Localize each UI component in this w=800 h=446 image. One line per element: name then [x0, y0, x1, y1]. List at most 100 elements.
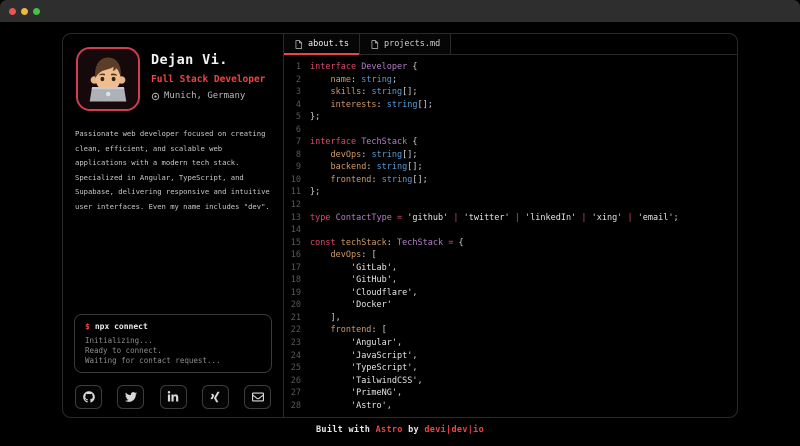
social-links [63, 385, 283, 417]
line-number: 6 [284, 124, 310, 137]
line-number: 1 [284, 61, 310, 74]
code-line: 6 [284, 124, 737, 137]
terminal-output-line: Initializing... [85, 336, 261, 346]
code-line-content: }; [310, 186, 320, 199]
code-line: 7interface TechStack { [284, 136, 737, 149]
profile-role: Full Stack Developer [151, 74, 265, 85]
code-line: 27 'PrimeNG', [284, 387, 737, 400]
terminal-widget: $npx connect Initializing... Ready to co… [74, 314, 272, 373]
code-line-content: name: string; [310, 74, 397, 87]
code-line: 19 'Cloudflare', [284, 287, 737, 300]
terminal-prompt: $ [85, 322, 90, 331]
line-number: 24 [284, 350, 310, 363]
line-number: 12 [284, 199, 310, 212]
line-number: 17 [284, 262, 310, 275]
line-number: 18 [284, 274, 310, 287]
code-line-content: devOps: string[]; [310, 149, 418, 162]
terminal-command-line: $npx connect [85, 322, 261, 331]
line-number: 9 [284, 161, 310, 174]
email-icon [252, 391, 264, 403]
zoom-window-button[interactable] [33, 8, 40, 15]
code-area: 1interface Developer {2 name: string;3 s… [284, 55, 737, 417]
code-line-content: skills: string[]; [310, 86, 418, 99]
line-number: 13 [284, 212, 310, 225]
window-titlebar [0, 0, 800, 22]
line-number: 3 [284, 86, 310, 99]
avatar [76, 47, 140, 111]
close-window-button[interactable] [9, 8, 16, 15]
code-line: 16 devOps: [ [284, 249, 737, 262]
code-line-content: 'TypeScript', [310, 362, 418, 375]
code-line: 24 'JavaScript', [284, 350, 737, 363]
linkedin-icon [167, 391, 179, 403]
tab-about-ts[interactable]: about.ts [284, 34, 360, 54]
xing-link[interactable] [202, 385, 229, 409]
code-line: 26 'TailwindCSS', [284, 375, 737, 388]
bio-text: Passionate web developer focused on crea… [63, 127, 283, 214]
code-line: 1interface Developer { [284, 61, 737, 74]
line-number: 10 [284, 174, 310, 187]
code-line: 5}; [284, 111, 737, 124]
line-number: 11 [284, 186, 310, 199]
line-number: 22 [284, 324, 310, 337]
profile-location: Munich, Germany [151, 91, 265, 101]
code-line-content: ], [310, 312, 341, 325]
code-line-content: frontend: string[]; [310, 174, 428, 187]
code-line-content: 'Astro', [310, 400, 392, 413]
terminal-output-line: Waiting for contact request... [85, 356, 261, 366]
line-number: 25 [284, 362, 310, 375]
code-line: 28 'Astro', [284, 400, 737, 413]
profile-info: Dejan Vi. Full Stack Developer Munich, G… [151, 47, 265, 111]
footer-brand-link[interactable]: devi|dev|io [424, 425, 484, 435]
line-number: 2 [284, 74, 310, 87]
site-footer: Built with Astro by devi|dev|io [0, 425, 800, 435]
github-link[interactable] [75, 385, 102, 409]
code-line-content: 'Cloudflare', [310, 287, 418, 300]
line-number: 28 [284, 400, 310, 413]
line-number: 8 [284, 149, 310, 162]
code-line: 25 'TypeScript', [284, 362, 737, 375]
portfolio-card: Dejan Vi. Full Stack Developer Munich, G… [62, 33, 738, 418]
location-icon [151, 92, 160, 101]
line-number: 7 [284, 136, 310, 149]
code-line: 23 'Angular', [284, 337, 737, 350]
twitter-link[interactable] [117, 385, 144, 409]
line-number: 27 [284, 387, 310, 400]
line-number: 16 [284, 249, 310, 262]
linkedin-link[interactable] [160, 385, 187, 409]
line-number: 21 [284, 312, 310, 325]
profile-name: Dejan Vi. [151, 52, 265, 68]
footer-framework: Astro [376, 425, 403, 435]
code-line-content: 'PrimeNG', [310, 387, 402, 400]
line-number: 15 [284, 237, 310, 250]
code-line-content: const techStack: TechStack = { [310, 237, 464, 250]
email-link[interactable] [244, 385, 271, 409]
code-line-content: type ContactType = 'github' | 'twitter' … [310, 212, 679, 225]
code-line: 8 devOps: string[]; [284, 149, 737, 162]
line-number: 14 [284, 224, 310, 237]
code-line-content: interests: string[]; [310, 99, 433, 112]
code-line: 12 [284, 199, 737, 212]
memoji-avatar-image [78, 49, 138, 109]
code-line: 15const techStack: TechStack = { [284, 237, 737, 250]
tab-label: about.ts [308, 39, 349, 49]
code-line: 17 'GitLab', [284, 262, 737, 275]
profile-panel: Dejan Vi. Full Stack Developer Munich, G… [63, 34, 284, 417]
code-line-content: backend: string[]; [310, 161, 423, 174]
code-line: 2 name: string; [284, 74, 737, 87]
minimize-window-button[interactable] [21, 8, 28, 15]
code-line: 10 frontend: string[]; [284, 174, 737, 187]
file-icon [294, 40, 303, 49]
code-line: 13type ContactType = 'github' | 'twitter… [284, 212, 737, 225]
github-icon [83, 391, 95, 403]
footer-by: by [408, 425, 419, 435]
code-line: 14 [284, 224, 737, 237]
code-line-content: 'Docker' [310, 299, 392, 312]
file-icon [370, 40, 379, 49]
tab-projects-md[interactable]: projects.md [360, 34, 451, 54]
code-line-content: interface Developer { [310, 61, 418, 74]
editor-tab-bar: about.ts projects.md [284, 34, 737, 55]
tab-label: projects.md [384, 39, 440, 49]
code-line-content: interface TechStack { [310, 136, 418, 149]
terminal-output: Initializing... Ready to connect. Waitin… [85, 336, 261, 366]
